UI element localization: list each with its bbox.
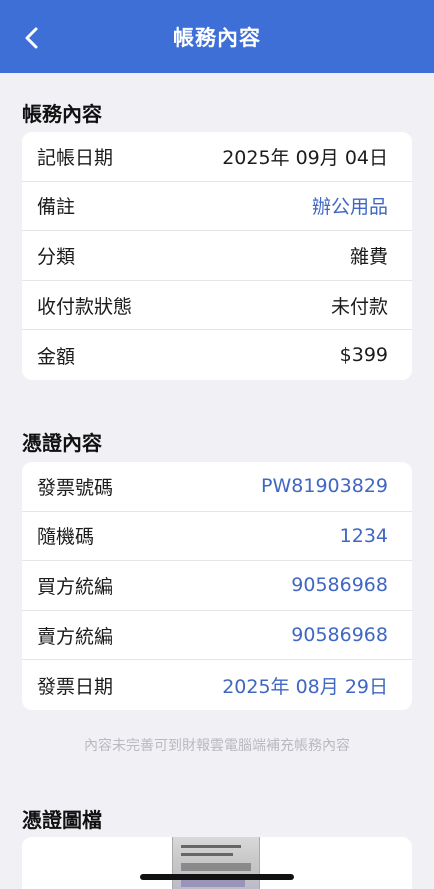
row-label: 隨機碼 [37,526,95,549]
row-value: PW81903829 [261,475,388,498]
row-label: 備註 [37,196,76,219]
row-value: 1234 [339,524,388,547]
home-indicator [140,874,294,880]
hint-text: 內容未完善可到財報雲電腦端補充帳務內容 [84,738,350,754]
billing-section-title: 帳務內容 [22,102,102,126]
back-button[interactable] [18,24,46,52]
row-value: 雜費 [349,245,388,268]
row-label: 發票號碼 [37,476,114,499]
row-label: 發票日期 [37,675,114,698]
row-label: 賣方統編 [37,625,114,648]
random-code-row[interactable]: 隨機碼 1234 [22,512,412,562]
voucher-section-title: 憑證內容 [22,431,102,455]
category-row[interactable]: 分類 雜費 [22,231,412,281]
invoice-number-row[interactable]: 發票號碼 PW81903829 [22,462,412,512]
row-label: 買方統編 [37,575,114,598]
row-label: 收付款狀態 [37,295,133,318]
voucher-image-section-title: 憑證圖檔 [22,808,102,832]
row-value: 2025年 09月 04日 [222,146,388,169]
note-row[interactable]: 備註 辦公用品 [22,182,412,232]
seller-tax-id-row[interactable]: 賣方統編 90586968 [22,611,412,661]
record-date-row[interactable]: 記帳日期 2025年 09月 04日 [22,132,412,182]
buyer-tax-id-row[interactable]: 買方統編 90586968 [22,561,412,611]
row-value: 90586968 [291,574,388,597]
nav-bar: 帳務內容 [0,0,434,73]
amount-row[interactable]: 金額 $399 [22,330,412,380]
row-label: 記帳日期 [37,146,114,169]
row-value: 90586968 [291,624,388,647]
chevron-left-icon [25,27,38,49]
row-value: 2025年 08月 29日 [222,675,388,698]
receipt-thumbnail[interactable] [172,837,260,889]
voucher-card: 發票號碼 PW81903829 隨機碼 1234 買方統編 90586968 賣… [22,462,412,710]
payment-status-row[interactable]: 收付款狀態 未付款 [22,281,412,331]
page-title: 帳務內容 [173,25,261,50]
row-value: 未付款 [330,295,388,318]
row-label: 分類 [37,245,76,268]
row-value: $399 [339,344,388,367]
voucher-image-card [22,837,412,889]
row-label: 金額 [37,345,76,368]
billing-card: 記帳日期 2025年 09月 04日 備註 辦公用品 分類 雜費 收付款狀態 未… [22,132,412,380]
invoice-date-row[interactable]: 發票日期 2025年 08月 29日 [22,660,412,710]
row-value: 辦公用品 [311,196,388,219]
